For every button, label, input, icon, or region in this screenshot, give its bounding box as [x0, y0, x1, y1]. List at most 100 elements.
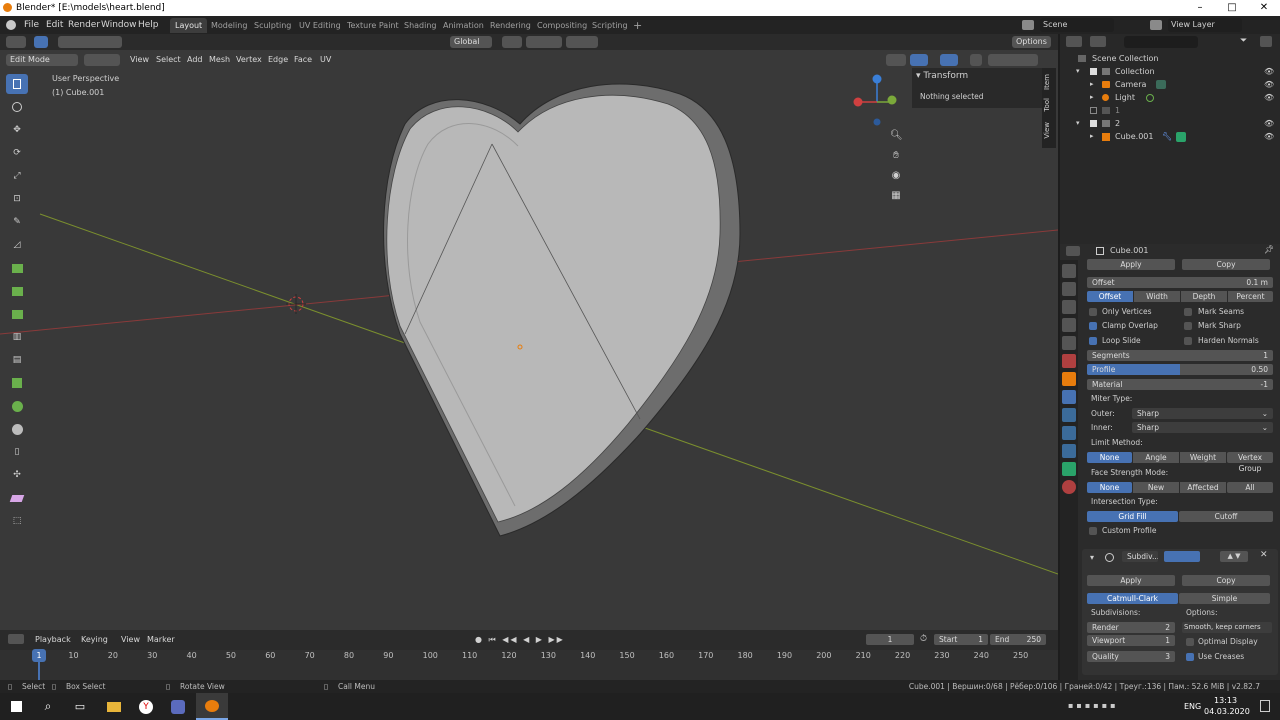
tab-uv-editing[interactable]: UV Editing	[294, 18, 346, 33]
outliner-row-collection-1[interactable]: 1	[1060, 104, 1280, 117]
constraints-tab-icon[interactable]	[1062, 444, 1076, 458]
menu-window[interactable]: Window	[101, 20, 137, 30]
intersection-grid-fill[interactable]: Grid Fill	[1087, 511, 1178, 522]
timeline-marker-menu[interactable]: Marker	[147, 635, 175, 644]
modifier-close-icon[interactable]: ✕	[1260, 550, 1268, 560]
transform-tool-icon[interactable]: ⊡	[6, 189, 28, 209]
timeline-view-menu[interactable]: View	[121, 635, 140, 644]
outliner-row-light[interactable]: ▸ Light 👁︎	[1060, 91, 1280, 104]
extrude-tool-icon[interactable]	[6, 258, 28, 278]
playhead-frame[interactable]: 1	[32, 649, 46, 662]
tab-sculpting[interactable]: Sculpting	[249, 18, 296, 33]
menu-edge[interactable]: Edge	[268, 55, 288, 64]
quality-field[interactable]: Quality 3	[1087, 651, 1175, 662]
face-strength-affected[interactable]: Affected	[1180, 482, 1226, 493]
use-creases-checkbox[interactable]	[1186, 653, 1194, 661]
clock-time[interactable]: 13:13	[1214, 696, 1237, 705]
timeline-keying-menu[interactable]: Keying	[81, 635, 108, 644]
clock-date[interactable]: 04.03.2020	[1204, 707, 1250, 716]
edge-slide-tool-icon[interactable]: ▯	[6, 442, 28, 462]
render-tab-icon[interactable]	[1062, 282, 1076, 296]
modifier-name-field[interactable]: Subdiv...	[1122, 551, 1158, 562]
add-workspace-icon[interactable]: +	[628, 18, 647, 33]
select-mode-vertex-edge-face[interactable]	[84, 54, 120, 66]
width-type-width[interactable]: Width	[1134, 291, 1180, 302]
transform-panel-title[interactable]: ▾ Transform	[916, 71, 968, 81]
yandex-browser-icon[interactable]: Y	[130, 693, 162, 720]
scene-icon[interactable]	[1022, 20, 1034, 30]
rip-tool-icon[interactable]: ⬚	[6, 511, 28, 531]
tab-compositing[interactable]: Compositing	[532, 18, 592, 33]
pin-icon[interactable]: 📌︎	[1264, 245, 1274, 254]
poly-build-tool-icon[interactable]	[6, 373, 28, 393]
profile-slider[interactable]: Profile 0.50	[1087, 364, 1273, 375]
limit-none[interactable]: None	[1087, 452, 1132, 463]
gizmo-icon[interactable]	[910, 54, 928, 66]
viewport-levels-field[interactable]: Viewport 1	[1087, 635, 1175, 646]
current-frame-field[interactable]: 1	[866, 634, 914, 645]
select-mode-icon[interactable]	[34, 36, 48, 48]
outliner-display-icon[interactable]	[1090, 36, 1106, 47]
shading-mode-icons[interactable]	[988, 54, 1038, 66]
selection-mode-buttons[interactable]	[58, 36, 122, 48]
shear-tool-icon[interactable]	[6, 488, 28, 508]
bevel-tool-icon[interactable]	[6, 304, 28, 324]
face-strength-none[interactable]: None	[1087, 482, 1132, 493]
tab-scripting[interactable]: Scripting	[587, 18, 633, 33]
menu-help[interactable]: Help	[138, 20, 159, 30]
filter-icon[interactable]: ⏷	[1240, 36, 1247, 46]
subdiv-copy-button[interactable]: Copy	[1182, 575, 1270, 586]
menu-mesh[interactable]: Mesh	[209, 55, 230, 64]
annotate-tool-icon[interactable]: ✎	[6, 212, 28, 232]
menu-uv[interactable]: UV	[320, 55, 331, 64]
menu-view[interactable]: View	[130, 55, 149, 64]
editor-type-icon[interactable]	[6, 36, 26, 48]
physics-tab-icon[interactable]	[1062, 426, 1076, 440]
modifier-tab-icon[interactable]	[1062, 390, 1076, 404]
outliner-row-camera[interactable]: ▸ Camera 👁︎	[1060, 78, 1280, 91]
zoom-icon[interactable]: 🔍︎	[890, 130, 903, 150]
output-tab-icon[interactable]	[1062, 300, 1076, 314]
playback-controls[interactable]: ● ⏮ ◀◀ ◀ ▶ ▶▶ ⏭	[475, 633, 570, 657]
measure-tool-icon[interactable]: ◿	[6, 235, 28, 255]
select-box-tool-icon[interactable]	[6, 74, 28, 94]
uv-smooth-dropdown[interactable]: Smooth, keep corners	[1182, 622, 1272, 633]
subdiv-catmull-clark[interactable]: Catmull-Clark	[1087, 593, 1178, 604]
modifier-visibility-icons[interactable]	[1164, 551, 1200, 562]
tab-shading[interactable]: Shading	[399, 18, 442, 33]
3d-viewport[interactable]: Global Options Edit Mode View Select Add…	[0, 34, 1058, 630]
object-tab-icon[interactable]	[1062, 372, 1076, 386]
proportional-edit-icon[interactable]	[566, 36, 598, 48]
xray-icon[interactable]	[970, 54, 982, 66]
particles-tab-icon[interactable]	[1062, 408, 1076, 422]
outliner-row-scene-collection[interactable]: Scene Collection	[1060, 52, 1280, 65]
width-type-offset[interactable]: Offset	[1087, 291, 1133, 302]
clamp-overlap-checkbox[interactable]	[1089, 322, 1097, 330]
modifier-move-arrows-icon[interactable]: ▲ ▼	[1220, 551, 1248, 562]
limit-weight[interactable]: Weight	[1180, 452, 1226, 463]
bevel-copy-button[interactable]: Copy	[1182, 259, 1270, 270]
camera-view-icon[interactable]: ◉	[890, 170, 902, 190]
timeline-editor-icon[interactable]	[8, 634, 24, 644]
options-dropdown[interactable]: Options	[1012, 36, 1051, 48]
rotate-tool-icon[interactable]: ⟳	[6, 143, 28, 163]
pivot-icon[interactable]	[502, 36, 522, 48]
limit-angle[interactable]: Angle	[1133, 452, 1179, 463]
search-icon[interactable]: ⌕	[32, 693, 64, 720]
menu-add[interactable]: Add	[187, 55, 203, 64]
mark-sharp-checkbox[interactable]	[1184, 322, 1192, 330]
clock-icon[interactable]: ⏱︎	[920, 634, 927, 644]
view-layer-icon[interactable]	[1150, 20, 1162, 30]
face-strength-all[interactable]: All	[1227, 482, 1273, 493]
menu-render[interactable]: Render	[68, 20, 100, 30]
menu-edit[interactable]: Edit	[46, 20, 63, 30]
view-layer-tab-icon[interactable]	[1062, 318, 1076, 332]
offset-amount-field[interactable]: Offset 0.1 m	[1087, 277, 1273, 288]
scene-tab-icon[interactable]	[1062, 336, 1076, 350]
ortho-grid-icon[interactable]: ▦	[890, 190, 902, 210]
tab-layout[interactable]: Layout	[170, 18, 208, 33]
tab-animation[interactable]: Animation	[438, 18, 489, 33]
file-explorer-icon[interactable]	[98, 693, 130, 720]
outliner-editor-icon[interactable]	[1066, 36, 1082, 47]
new-collection-icon[interactable]	[1260, 36, 1272, 47]
